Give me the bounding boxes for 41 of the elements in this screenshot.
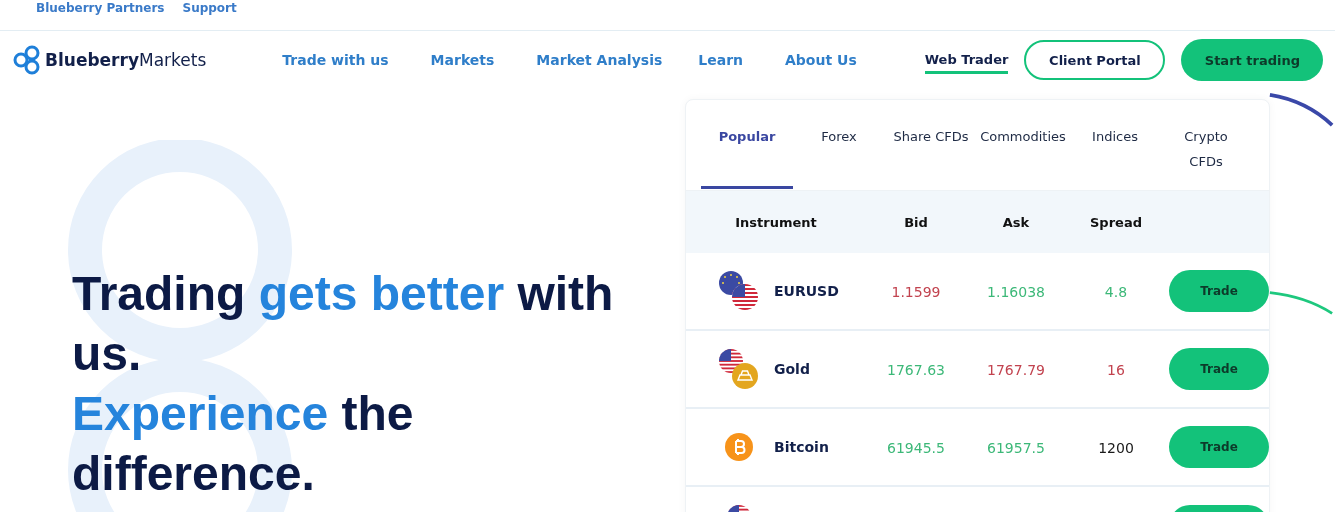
client-portal-button[interactable]: Client Portal [1024,40,1166,80]
instrument-name: Bitcoin [774,439,829,455]
logo-text[interactable]: BlueberryMarkets [45,50,207,70]
instrument-name: EURUSD [774,283,839,299]
nav-link[interactable]: Trade with us [282,52,389,68]
top-link[interactable]: Support [182,0,237,15]
market-tab[interactable]: Share CFDs [885,100,977,189]
market-tab[interactable]: Crypto CFDs [1171,100,1241,189]
price-value: 1767.63 [887,361,945,378]
headline: Trading gets better with us. [72,266,615,382]
headline: Experience the difference. [72,386,415,502]
price-value: 61957.5 [987,439,1045,456]
market-tab[interactable]: Forex [793,100,885,189]
nav-link[interactable]: Market Analysis [536,52,663,68]
trade-button[interactable]: Trade [1169,270,1269,312]
price-value: 4.8 [1104,283,1128,300]
price-value: 1.16038 [987,283,1045,300]
trade-button[interactable]: Trade [1169,348,1269,390]
price-value: 1200 [1098,439,1134,456]
market-tab[interactable]: Indices [1069,100,1161,189]
instrument-name: Gold [774,361,810,377]
price-value: 16 [1107,361,1125,378]
flag-coin-icon [718,348,760,390]
price-value: 1.1599 [891,283,941,300]
logo-icon[interactable] [12,45,42,75]
column-header: Instrument [734,214,818,230]
bitcoin-icon [725,433,753,461]
trade-button[interactable]: Trade [1169,426,1269,468]
price-value: 1767.79 [987,361,1045,378]
flags-icon [718,270,760,312]
start-trading-button[interactable]: Start trading [1181,39,1324,81]
price-value: 61945.5 [887,439,945,456]
top-link[interactable]: Blueberry Partners [36,0,165,15]
web-trader-link[interactable]: Web Trader [924,52,1009,74]
nav-link[interactable]: Learn [698,52,743,68]
column-header: Ask [1001,214,1031,230]
column-header: Bid [903,214,929,230]
market-tab[interactable]: Commodities [977,100,1069,189]
nav-link[interactable]: Markets [430,52,495,68]
column-header: Spread [1089,214,1143,230]
nav-link[interactable]: About Us [785,52,857,68]
